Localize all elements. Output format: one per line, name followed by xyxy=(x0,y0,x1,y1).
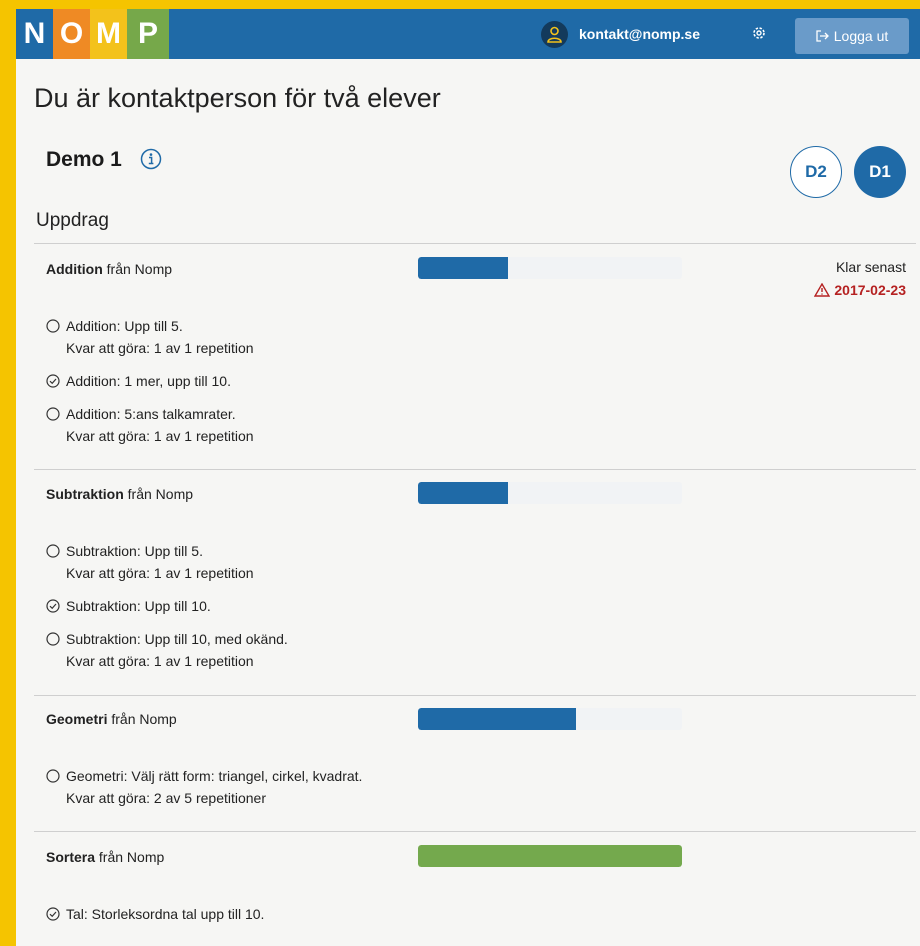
warning-icon xyxy=(814,283,831,297)
progress-fill xyxy=(418,482,508,504)
circle-icon xyxy=(46,544,60,558)
check-circle-icon xyxy=(46,907,60,921)
task-item[interactable]: Tal: Storleksordna tal upp till 10. xyxy=(46,903,264,925)
page-title: Du är kontaktperson för två elever xyxy=(34,83,441,113)
user-email[interactable]: kontakt@nomp.se xyxy=(579,26,700,42)
logo-letter-o[interactable]: O xyxy=(53,9,90,59)
task-text: Addition: 1 mer, upp till 10. xyxy=(66,373,231,389)
assignment-name: Geometri xyxy=(46,711,108,727)
progress-fill xyxy=(418,708,577,730)
student-avatar-d1[interactable]: D1 xyxy=(854,146,906,198)
assignment-name: Subtraktion xyxy=(46,486,124,502)
circle-icon xyxy=(46,407,60,421)
task-remaining: Kvar att göra: 1 av 1 repetition xyxy=(66,653,254,669)
logout-button[interactable]: Logga ut xyxy=(795,18,909,54)
check-circle-icon xyxy=(46,599,60,613)
circle-icon xyxy=(46,769,60,783)
task-remaining: Kvar att göra: 1 av 1 repetition xyxy=(66,340,254,356)
assignment-title[interactable]: Geometri från Nomp xyxy=(46,711,177,727)
task-remaining: Kvar att göra: 1 av 1 repetition xyxy=(66,428,254,444)
assignment-source: från Nomp xyxy=(95,849,165,865)
gear-icon[interactable] xyxy=(751,25,767,41)
task-text: Subtraktion: Upp till 10. xyxy=(66,598,211,614)
task-remaining: Kvar att göra: 2 av 5 repetitioner xyxy=(66,790,266,806)
assignment-name: Sortera xyxy=(46,849,96,865)
task-item[interactable]: Subtraktion: Upp till 5. Kvar att göra: … xyxy=(46,540,254,584)
logout-icon xyxy=(816,30,829,42)
task-item[interactable]: Subtraktion: Upp till 10, med okänd. Kva… xyxy=(46,628,288,672)
logo-letter-n[interactable]: N xyxy=(16,9,53,59)
assignment-source: från Nomp xyxy=(123,486,194,502)
student-avatar-d2[interactable]: D2 xyxy=(790,146,842,198)
task-text: Subtraktion: Upp till 10, med okänd. xyxy=(66,631,288,647)
deadline-label: Klar senast xyxy=(835,259,906,275)
progress-fill xyxy=(418,845,682,867)
app-frame: N O M P kontakt@nomp.se Logga ut Du är k… xyxy=(16,9,920,946)
assignment-title[interactable]: Subtraktion från Nomp xyxy=(46,486,193,502)
assignment-source: från Nomp xyxy=(107,711,177,727)
circle-icon xyxy=(46,319,60,333)
progress-bar xyxy=(418,482,682,504)
progress-bar xyxy=(418,845,682,867)
student-name: Demo 1 xyxy=(46,148,122,171)
circle-icon xyxy=(46,632,60,646)
divider xyxy=(34,831,916,832)
task-item[interactable]: Subtraktion: Upp till 10. xyxy=(46,595,211,617)
assignment-title[interactable]: Sortera från Nomp xyxy=(46,849,164,865)
task-remaining: Kvar att göra: 1 av 1 repetition xyxy=(66,565,254,581)
top-navbar: N O M P kontakt@nomp.se Logga ut xyxy=(16,9,920,59)
deadline-date-text: 2017-02-23 xyxy=(834,282,906,298)
task-text: Addition: 5:ans talkamrater. xyxy=(66,406,236,422)
task-text: Tal: Storleksordna tal upp till 10. xyxy=(66,906,265,922)
task-item[interactable]: Addition: 1 mer, upp till 10. xyxy=(46,370,231,392)
assignment-title[interactable]: Addition från Nomp xyxy=(46,261,172,277)
divider xyxy=(34,469,916,470)
task-item[interactable]: Addition: 5:ans talkamrater. Kvar att gö… xyxy=(46,403,254,447)
task-text: Addition: Upp till 5. xyxy=(66,318,183,334)
progress-fill xyxy=(418,257,508,279)
user-icon[interactable] xyxy=(541,21,568,48)
task-item[interactable]: Geometri: Välj rätt form: triangel, cirk… xyxy=(46,765,362,809)
task-text: Geometri: Välj rätt form: triangel, cirk… xyxy=(66,768,363,784)
assignment-source: från Nomp xyxy=(102,261,173,277)
logo-letter-m[interactable]: M xyxy=(90,9,127,59)
section-title: Uppdrag xyxy=(36,210,109,231)
task-text: Subtraktion: Upp till 5. xyxy=(66,543,203,559)
check-circle-icon xyxy=(46,374,60,388)
divider xyxy=(34,243,916,244)
logout-label: Logga ut xyxy=(833,28,889,44)
logo-letter-p[interactable]: P xyxy=(127,9,169,59)
progress-bar xyxy=(418,708,682,730)
assignment-name: Addition xyxy=(46,261,103,277)
divider xyxy=(34,695,916,696)
info-icon[interactable] xyxy=(140,148,162,170)
deadline-date: 2017-02-23 xyxy=(814,282,906,298)
task-item[interactable]: Addition: Upp till 5. Kvar att göra: 1 a… xyxy=(46,315,254,359)
progress-bar xyxy=(418,257,682,279)
